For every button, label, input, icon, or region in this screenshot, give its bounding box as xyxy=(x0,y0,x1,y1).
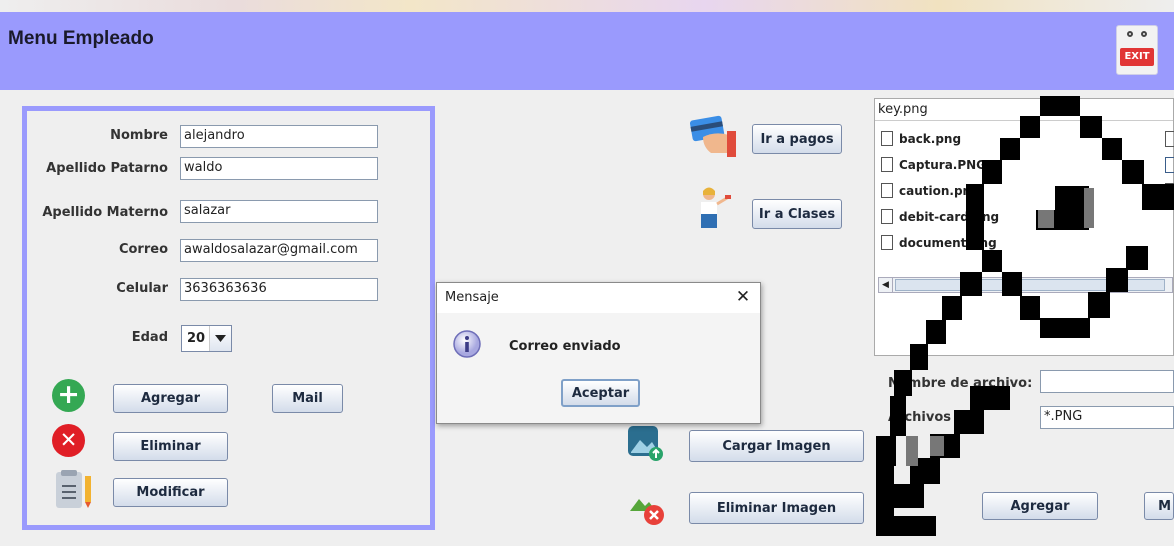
exit-icon-eye-right xyxy=(1141,31,1147,37)
add-icon: + xyxy=(52,379,85,412)
close-icon[interactable]: ✕ xyxy=(732,286,754,308)
dialog-title: Mensaje xyxy=(445,290,499,305)
apellido-materno-input[interactable]: salazar xyxy=(180,200,378,223)
exit-icon-eye-left xyxy=(1127,31,1133,37)
correo-input[interactable]: awaldosalazar@gmail.com xyxy=(180,239,378,262)
edad-select[interactable]: 20 xyxy=(181,325,232,352)
ir-a-pagos-button[interactable]: Ir a pagos xyxy=(752,124,842,154)
apellido-paterno-label: Apellido Patarno xyxy=(46,161,168,176)
message-dialog: Mensaje ✕ Correo enviado Aceptar xyxy=(436,282,761,424)
header-bar xyxy=(0,12,1174,90)
eliminar-button[interactable]: Eliminar xyxy=(113,432,228,461)
agregar-button[interactable]: Agregar xyxy=(113,384,228,413)
edad-label: Edad xyxy=(131,330,168,345)
chevron-down-icon[interactable] xyxy=(208,326,231,351)
celular-label: Celular xyxy=(116,281,168,296)
exit-icon-label: EXIT xyxy=(1120,48,1154,66)
window-top-strip xyxy=(0,0,1174,12)
delete-icon: ✕ xyxy=(52,424,85,457)
modificar-button[interactable]: Modificar xyxy=(113,478,228,507)
page-title: Menu Empleado xyxy=(8,28,154,49)
apellido-materno-label: Apellido Materno xyxy=(42,205,168,220)
apellido-paterno-input[interactable]: waldo xyxy=(180,157,378,180)
delete-image-icon xyxy=(626,489,670,533)
upload-image-icon xyxy=(626,424,666,468)
cargar-imagen-button[interactable]: Cargar Imagen xyxy=(689,430,864,462)
mail-button[interactable]: Mail xyxy=(272,384,343,413)
credit-card-icon xyxy=(689,113,737,163)
clipboard-pencil-icon xyxy=(52,470,94,516)
info-icon xyxy=(453,330,481,362)
eliminar-imagen-button[interactable]: Eliminar Imagen xyxy=(689,492,864,524)
exit-button[interactable]: EXIT xyxy=(1116,25,1158,75)
edad-value: 20 xyxy=(187,331,206,346)
aceptar-button[interactable]: Aceptar xyxy=(561,379,640,407)
nombre-input[interactable]: alejandro xyxy=(180,125,378,148)
pixel-key-overlay xyxy=(876,96,1174,536)
nombre-label: Nombre xyxy=(110,128,168,143)
ir-a-clases-button[interactable]: Ir a Clases xyxy=(752,199,842,229)
celular-input[interactable]: 3636363636 xyxy=(180,278,378,301)
correo-label: Correo xyxy=(118,242,168,257)
instructor-icon xyxy=(689,186,735,236)
dialog-message: Correo enviado xyxy=(509,339,621,354)
